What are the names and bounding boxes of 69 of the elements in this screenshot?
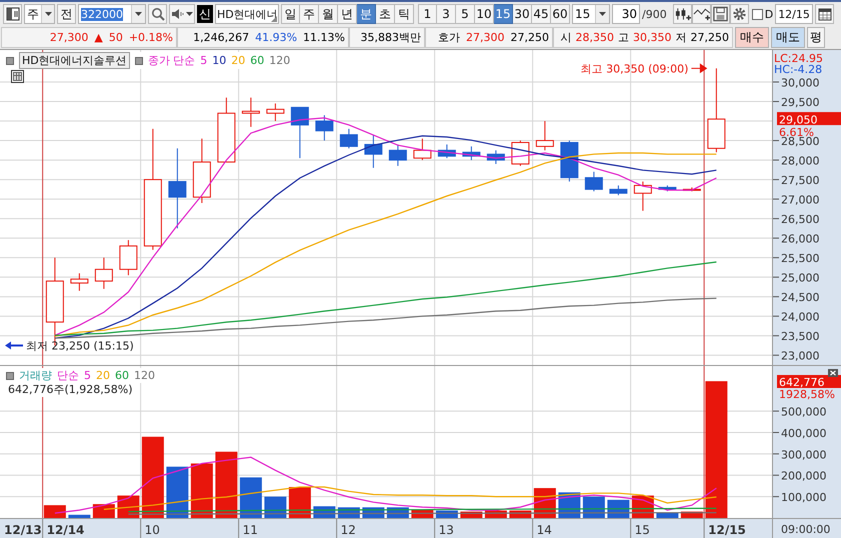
axis-label: 24,500 — [781, 291, 820, 304]
legend-label: 거래량 — [19, 368, 52, 383]
hc-label: HC:-4.28 — [774, 63, 822, 76]
quote-value: 호가 — [438, 30, 460, 45]
quote-value: 41.93% — [255, 31, 298, 44]
quote-value: 50 — [108, 31, 123, 44]
ratio-label: 1928,58% — [779, 388, 835, 401]
quote-value: ▲ — [94, 31, 103, 44]
lc-label: LC:24.95 — [774, 52, 824, 65]
time-label: 10 — [144, 523, 160, 537]
axis-label: 26,000 — [781, 232, 820, 246]
quote-value: 27,250 — [510, 31, 549, 44]
axis-label: 26,500 — [781, 213, 820, 226]
legend-period: 5 — [200, 54, 208, 67]
quote-value: 27,250 — [690, 31, 729, 44]
axis-label: 28,500 — [781, 135, 820, 148]
axis-label: 24,000 — [781, 310, 820, 324]
axis-label: 200,000 — [781, 470, 826, 483]
legend-period: 20 — [231, 54, 246, 67]
time-label: 11 — [242, 523, 258, 537]
axis-label: 400,000 — [781, 426, 826, 440]
price-tag: 29,050 — [777, 112, 841, 127]
legend-period: 20 — [96, 369, 110, 382]
quote-value: 30,350 — [633, 31, 672, 44]
axis-label: 23,000 — [781, 350, 820, 363]
legend-label: 단순 — [57, 368, 79, 383]
axis-label: 28,000 — [781, 154, 820, 168]
volume-summary: 642,776주(1,928,58%) — [8, 382, 133, 397]
time-label: 14 — [536, 523, 552, 537]
new-listing-badge: 신 — [197, 5, 213, 23]
quote-value: +0.18% — [128, 31, 173, 44]
axis-label: 100,000 — [781, 491, 826, 504]
quote-value: 시 — [560, 30, 572, 45]
axis-label: 300,000 — [781, 448, 826, 462]
time-label: 13 — [438, 523, 454, 537]
time-readout: 09:00:00 — [772, 519, 840, 538]
high-price-label: 최고 30,350 (09:00) — [580, 62, 688, 76]
axis-label: 25,500 — [781, 252, 820, 266]
count-max-label: /900 — [642, 8, 667, 20]
quote-value: 11.13% — [303, 31, 345, 44]
legend-period: 120 — [269, 54, 290, 67]
legend-period: 60 — [115, 369, 129, 382]
time-label: 12/15 — [708, 523, 746, 537]
axis-label: 25,000 — [781, 272, 820, 285]
stock-name-tag: HD현대에너지솔루션 — [19, 52, 130, 69]
legend-label: 종가 단순 — [148, 53, 196, 68]
quote-value: 28,350 — [576, 31, 614, 44]
quote-value: 고 — [618, 30, 629, 45]
legend-period: 10 — [212, 54, 226, 67]
axis-label: 27,000 — [781, 194, 820, 207]
quote-value: 27,300 — [466, 31, 504, 44]
volume-tag: 642,776 — [777, 375, 841, 389]
quote-value: 35,883백만 — [360, 30, 421, 45]
quote-value: 27,300 — [50, 31, 88, 44]
axis-label: 23,500 — [781, 330, 820, 344]
legend-period: 120 — [134, 369, 155, 382]
time-label: 12/13 — [4, 523, 42, 537]
quote-value: 저 — [676, 30, 686, 45]
axis-label: 27,500 — [781, 174, 820, 188]
time-label: 12/14 — [46, 523, 84, 537]
time-label: 15 — [634, 523, 650, 537]
quote-value: 1,246,267 — [193, 31, 250, 44]
axis-label: 29,500 — [781, 96, 820, 110]
time-label: 12 — [340, 523, 356, 537]
legend-period: 60 — [250, 54, 264, 67]
axis-label: 500,000 — [781, 406, 826, 419]
legend-period: 5 — [84, 369, 91, 382]
d-checkbox-label: D — [764, 8, 774, 20]
axis-label: 30,000 — [781, 76, 820, 90]
